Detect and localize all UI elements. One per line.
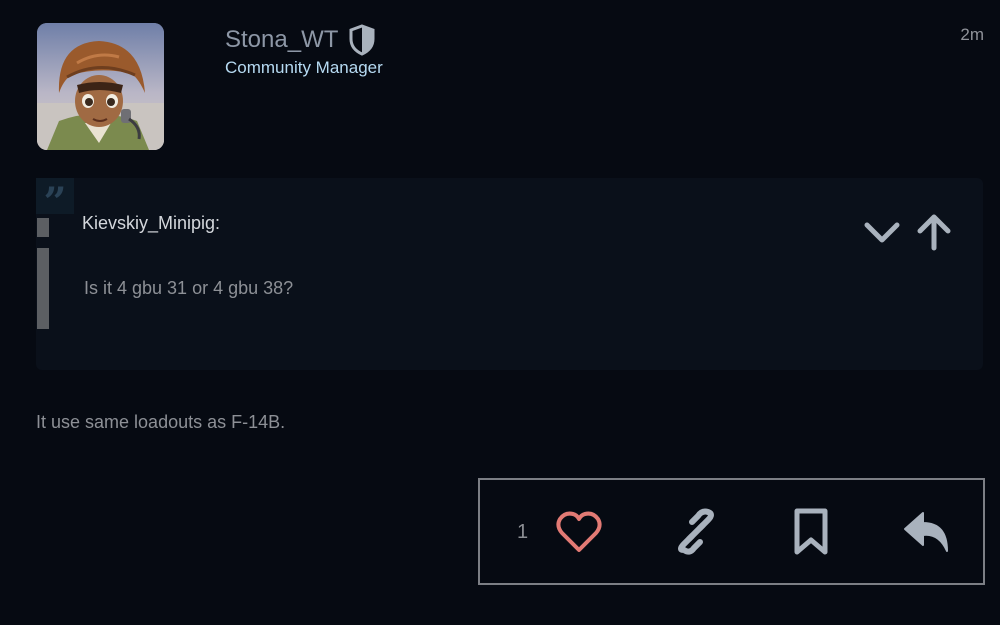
post-body: It use same loadouts as F-14B. — [36, 412, 286, 432]
copy-link-button[interactable] — [670, 506, 722, 558]
bookmark-icon — [794, 508, 828, 555]
bookmark-button[interactable] — [785, 506, 837, 558]
link-icon — [678, 508, 714, 555]
avatar[interactable] — [37, 23, 164, 150]
chevron-down-icon[interactable] — [863, 214, 901, 250]
quote-mark-icon: ” — [36, 178, 74, 226]
heart-icon — [556, 511, 602, 552]
quote-bar — [37, 218, 49, 237]
shield-icon — [349, 24, 375, 56]
quote-controls — [863, 212, 953, 252]
avatar-image — [37, 23, 164, 150]
quote-block: ” Kievskiy_Minipig: Is it 4 gbu 31 or 4 … — [36, 178, 983, 370]
reply-icon — [904, 512, 948, 552]
username[interactable]: Stona_WT — [225, 22, 338, 58]
arrow-up-icon[interactable] — [915, 212, 953, 252]
post-date[interactable]: 2m — [960, 25, 984, 45]
quote-text: Is it 4 gbu 31 or 4 gbu 38? — [84, 278, 294, 298]
like-button[interactable] — [553, 506, 605, 558]
like-count[interactable]: 1 — [517, 520, 528, 544]
post-actions: 1 — [478, 478, 985, 585]
quote-author[interactable]: Kievskiy_Minipig: — [82, 211, 220, 235]
reply-button[interactable] — [900, 506, 952, 558]
quote-bar — [37, 248, 49, 329]
forum-post: Stona_WT Community Manager 2m ” Kievskiy… — [0, 0, 1000, 625]
user-title: Community Manager — [225, 58, 383, 77]
username-row: Stona_WT — [225, 22, 376, 58]
